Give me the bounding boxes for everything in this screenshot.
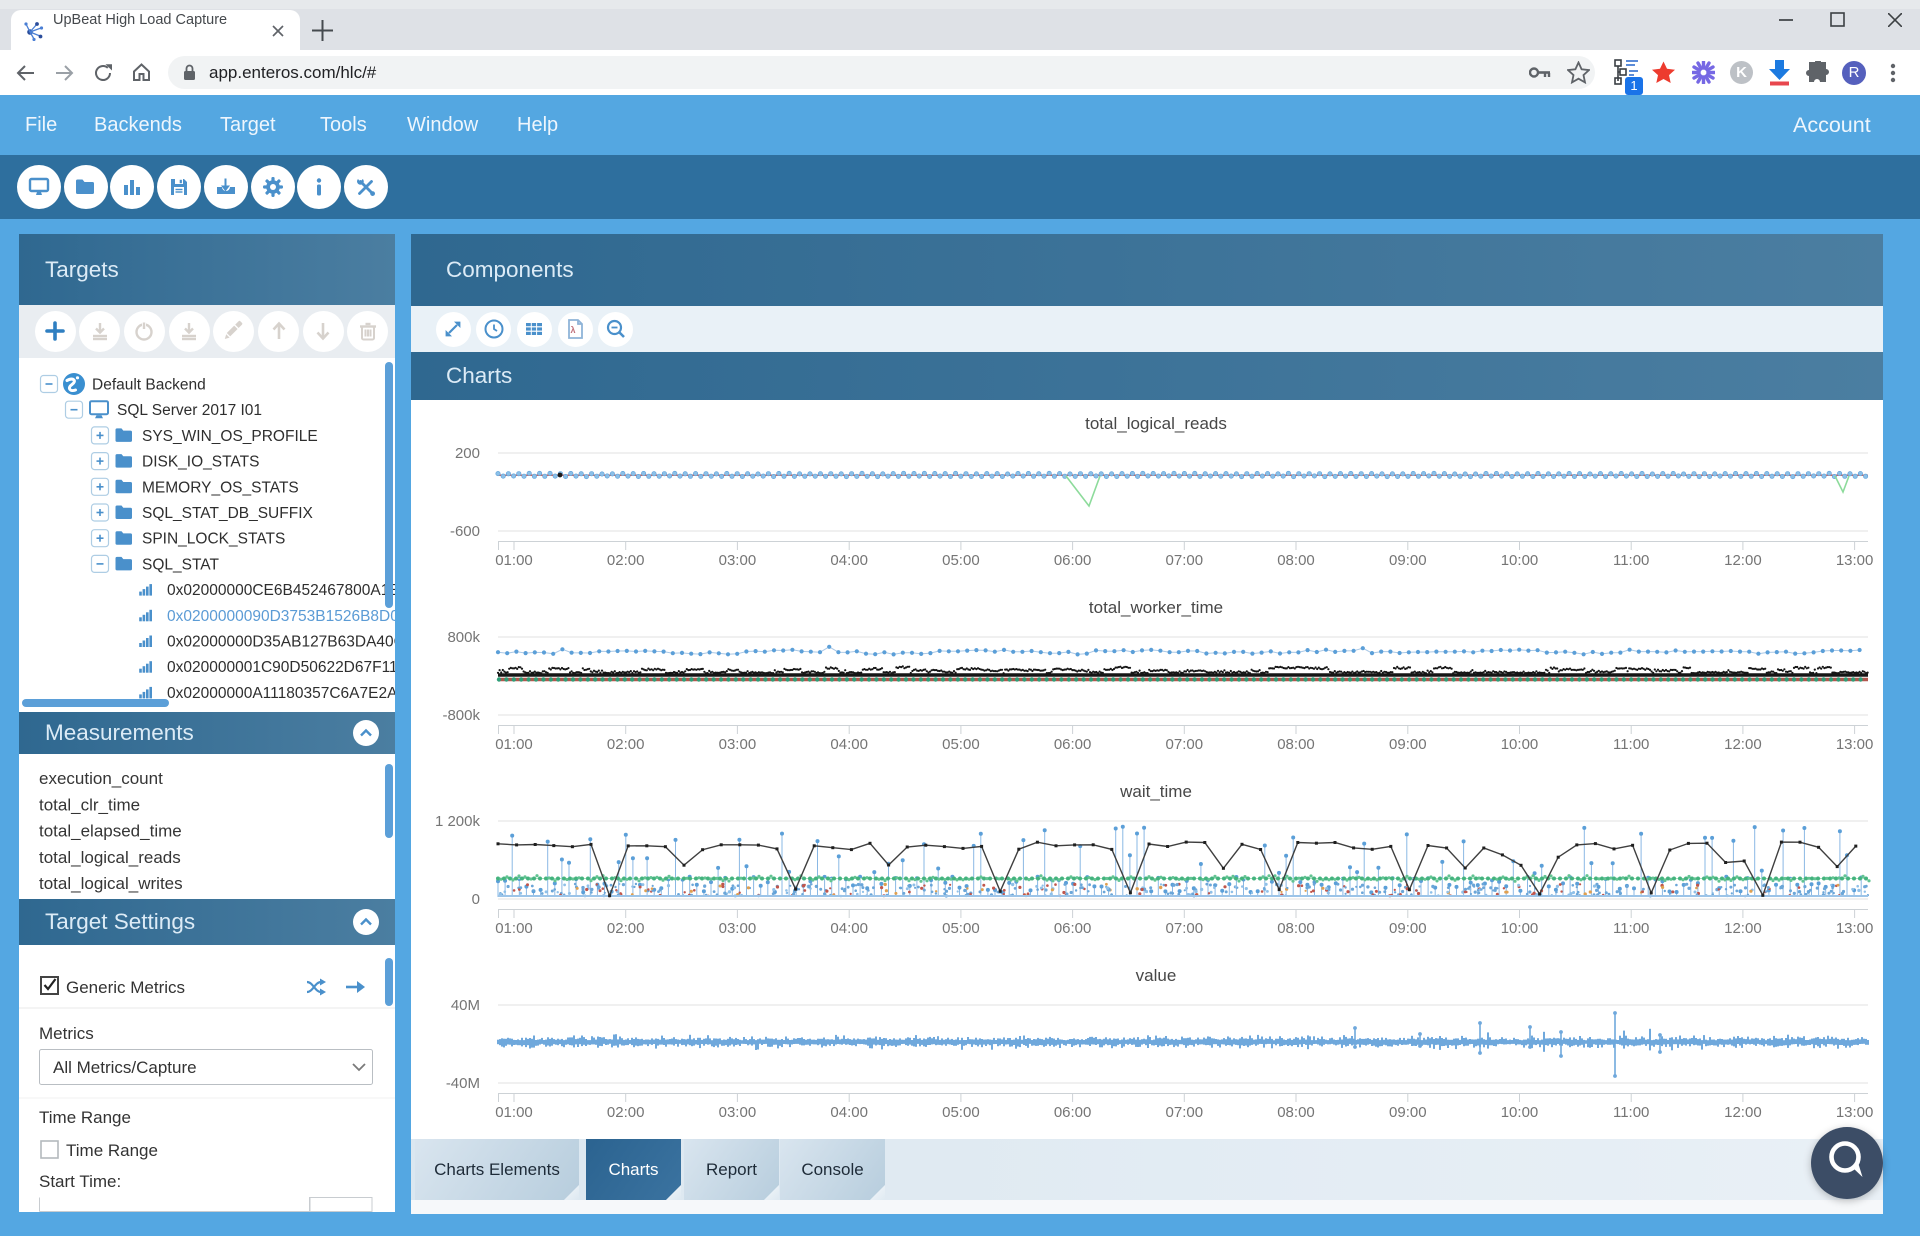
svg-text:Generic Metrics: Generic Metrics: [66, 978, 185, 997]
svg-text:13:00: 13:00: [1836, 736, 1874, 753]
svg-text:0: 0: [472, 891, 480, 908]
svg-text:07:00: 07:00: [1166, 552, 1204, 569]
svg-text:12:00: 12:00: [1724, 552, 1762, 569]
svg-text:08:00: 08:00: [1277, 1104, 1315, 1121]
svg-text:11:00: 11:00: [1613, 552, 1649, 569]
svg-text:09:00: 09:00: [1389, 920, 1427, 937]
svg-text:SQL_STAT: SQL_STAT: [142, 556, 219, 573]
svg-text:06:00: 06:00: [1054, 736, 1092, 753]
svg-text:SPIN_LOCK_STATS: SPIN_LOCK_STATS: [142, 531, 285, 548]
svg-text:12:00: 12:00: [1724, 736, 1762, 753]
svg-text:All Metrics/Capture: All Metrics/Capture: [53, 1058, 197, 1077]
svg-text:800k: 800k: [447, 629, 480, 646]
svg-text:total_clr_time: total_clr_time: [39, 795, 140, 814]
svg-text:07:00: 07:00: [1166, 736, 1204, 753]
svg-text:12:00: 12:00: [1724, 920, 1762, 937]
svg-text:13:00: 13:00: [1836, 920, 1874, 937]
svg-text:0x020000001C90D50622D67F119: 0x020000001C90D50622D67F119: [167, 659, 395, 676]
svg-text:Start Time:: Start Time:: [39, 1172, 121, 1191]
svg-text:08:00: 08:00: [1277, 920, 1315, 937]
svg-text:09:00: 09:00: [1389, 1104, 1427, 1121]
svg-text:01:00: 01:00: [495, 552, 533, 569]
svg-text:05:00: 05:00: [942, 736, 980, 753]
svg-text:06:00: 06:00: [1054, 920, 1092, 937]
svg-text:03:00: 03:00: [719, 920, 757, 937]
svg-text:01:00: 01:00: [495, 736, 533, 753]
svg-text:value: value: [1136, 966, 1177, 985]
svg-text:13:00: 13:00: [1836, 552, 1874, 569]
svg-text:11:00: 11:00: [1613, 736, 1649, 753]
svg-text:06:00: 06:00: [1054, 1104, 1092, 1121]
svg-text:total_worker_time: total_worker_time: [1089, 598, 1223, 617]
svg-text:SQL Server 2017 I01: SQL Server 2017 I01: [117, 402, 262, 419]
svg-text:04:00: 04:00: [830, 1104, 868, 1121]
svg-text:total_elapsed_time: total_elapsed_time: [39, 822, 182, 841]
svg-text:03:00: 03:00: [719, 736, 757, 753]
svg-text:-800k: -800k: [442, 707, 480, 724]
svg-text:08:00: 08:00: [1277, 736, 1315, 753]
svg-text:40M: 40M: [451, 997, 480, 1014]
svg-text:total_logical_writes: total_logical_writes: [39, 874, 183, 893]
svg-text:0x02000000A11180357C6A7E2A8: 0x02000000A11180357C6A7E2A8: [167, 685, 395, 699]
svg-text:04:00: 04:00: [830, 552, 868, 569]
svg-text:Time Range: Time Range: [66, 1141, 158, 1160]
svg-text:Time Range: Time Range: [39, 1108, 131, 1127]
svg-text:01:00: 01:00: [495, 1104, 533, 1121]
svg-text:0x0200000090D3753B1526B8D04: 0x0200000090D3753B1526B8D04: [167, 608, 395, 625]
svg-text:10:00: 10:00: [1501, 736, 1539, 753]
svg-text:λ: λ: [571, 325, 576, 335]
svg-text:08:00: 08:00: [1277, 552, 1315, 569]
svg-text:SQL_STAT_DB_SUFFIX: SQL_STAT_DB_SUFFIX: [142, 505, 313, 522]
svg-text:02:00: 02:00: [607, 920, 645, 937]
svg-text:DISK_IO_STATS: DISK_IO_STATS: [142, 454, 259, 471]
svg-text:MEMORY_OS_STATS: MEMORY_OS_STATS: [142, 479, 299, 496]
svg-text:04:00: 04:00: [830, 920, 868, 937]
svg-text:total_logical_reads: total_logical_reads: [39, 848, 181, 867]
svg-text:0x02000000D35AB127B63DA40C2: 0x02000000D35AB127B63DA40C2: [167, 634, 395, 651]
svg-text:0x02000000CE6B452467800A1B4: 0x02000000CE6B452467800A1B4: [167, 582, 395, 599]
svg-text:execution_count: execution_count: [39, 769, 163, 788]
svg-text:05:00: 05:00: [942, 920, 980, 937]
svg-text:03:00: 03:00: [719, 552, 757, 569]
svg-text:07:00: 07:00: [1166, 920, 1204, 937]
svg-text:01:00: 01:00: [495, 920, 533, 937]
svg-text:200: 200: [455, 445, 480, 462]
svg-text:05:00: 05:00: [942, 552, 980, 569]
svg-text:02:00: 02:00: [607, 1104, 645, 1121]
svg-text:07:00: 07:00: [1166, 1104, 1204, 1121]
svg-text:05:00: 05:00: [942, 1104, 980, 1121]
svg-text:02:00: 02:00: [607, 552, 645, 569]
svg-text:Default Backend: Default Backend: [92, 377, 206, 394]
svg-text:SYS_WIN_OS_PROFILE: SYS_WIN_OS_PROFILE: [142, 428, 318, 445]
svg-text:11:00: 11:00: [1613, 1104, 1649, 1121]
svg-text:Metrics: Metrics: [39, 1024, 94, 1043]
svg-text:-40M: -40M: [446, 1075, 480, 1092]
svg-text:03:00: 03:00: [719, 1104, 757, 1121]
svg-text:11:00: 11:00: [1613, 920, 1649, 937]
svg-text:06:00: 06:00: [1054, 552, 1092, 569]
svg-text:04:00: 04:00: [830, 736, 868, 753]
svg-text:10:00: 10:00: [1501, 552, 1539, 569]
svg-text:total_logical_reads: total_logical_reads: [1085, 414, 1227, 433]
svg-text:12:00: 12:00: [1724, 1104, 1762, 1121]
svg-text:10:00: 10:00: [1501, 1104, 1539, 1121]
svg-text:09:00: 09:00: [1389, 736, 1427, 753]
svg-text:1 200k: 1 200k: [435, 813, 481, 830]
svg-text:09:00: 09:00: [1389, 552, 1427, 569]
svg-text:-600: -600: [450, 523, 480, 540]
svg-text:13:00: 13:00: [1836, 1104, 1874, 1121]
svg-text:wait_time: wait_time: [1119, 782, 1192, 801]
svg-text:10:00: 10:00: [1501, 920, 1539, 937]
svg-text:02:00: 02:00: [607, 736, 645, 753]
